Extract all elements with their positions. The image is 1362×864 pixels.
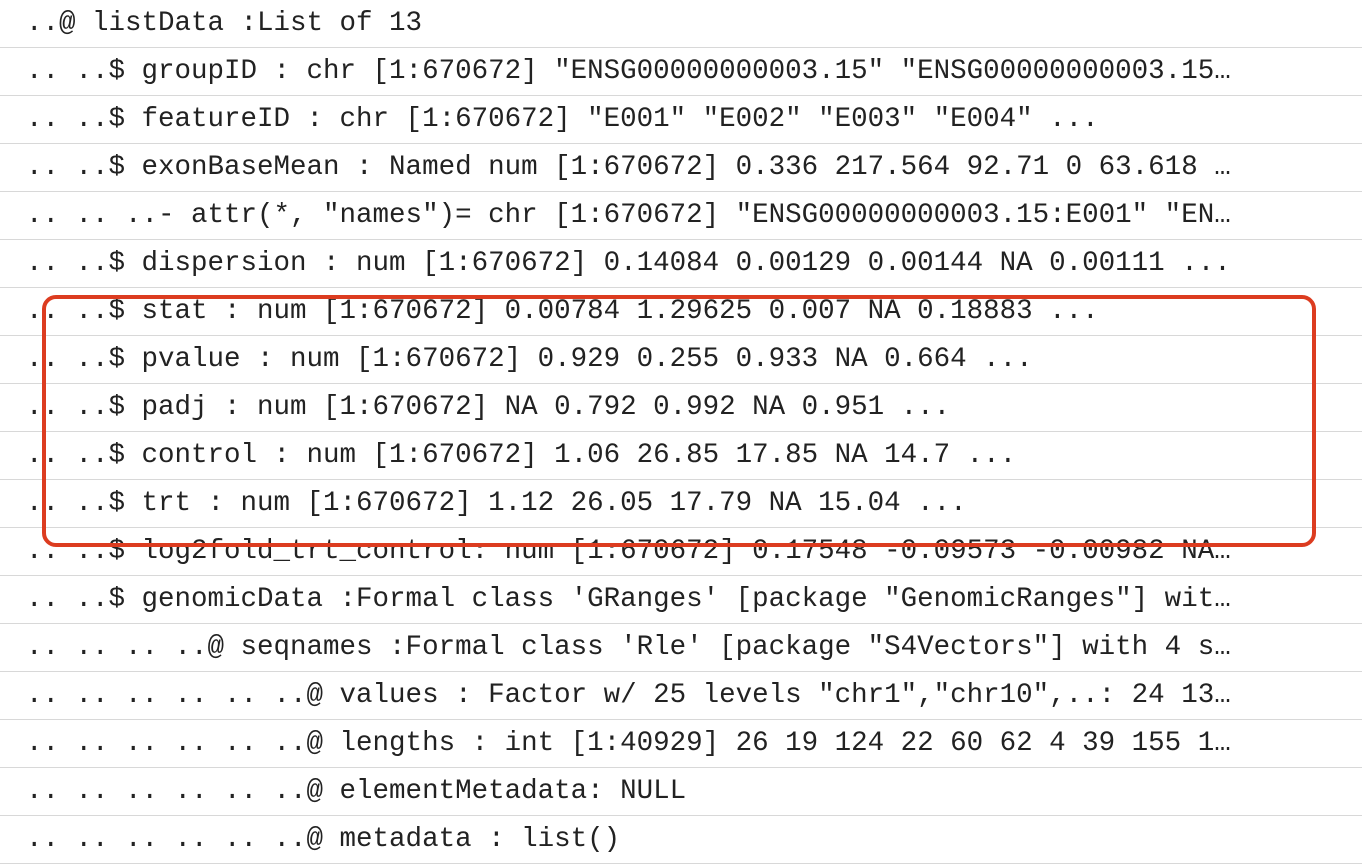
output-line-13: .. .. .. ..@ seqnames :Formal class 'Rle… [0,624,1362,672]
output-line-7: .. ..$ pvalue : num [1:670672] 0.929 0.2… [0,336,1362,384]
output-line-9: .. ..$ control : num [1:670672] 1.06 26.… [0,432,1362,480]
output-line-16: .. .. .. .. .. ..@ elementMetadata: NULL [0,768,1362,816]
output-line-17: .. .. .. .. .. ..@ metadata : list() [0,816,1362,864]
output-line-6: .. ..$ stat : num [1:670672] 0.00784 1.2… [0,288,1362,336]
output-line-12: .. ..$ genomicData :Formal class 'GRange… [0,576,1362,624]
output-line-4: .. .. ..- attr(*, "names")= chr [1:67067… [0,192,1362,240]
output-line-15: .. .. .. .. .. ..@ lengths : int [1:4092… [0,720,1362,768]
output-line-14: .. .. .. .. .. ..@ values : Factor w/ 25… [0,672,1362,720]
output-line-1: .. ..$ groupID : chr [1:670672] "ENSG000… [0,48,1362,96]
output-line-3: .. ..$ exonBaseMean : Named num [1:67067… [0,144,1362,192]
output-line-8: .. ..$ padj : num [1:670672] NA 0.792 0.… [0,384,1362,432]
code-output: ..@ listData :List of 13.. ..$ groupID :… [0,0,1362,864]
output-line-10: .. ..$ trt : num [1:670672] 1.12 26.05 1… [0,480,1362,528]
output-line-11: .. ..$ log2fold_trt_control: num [1:6706… [0,528,1362,576]
output-line-5: .. ..$ dispersion : num [1:670672] 0.140… [0,240,1362,288]
output-line-0: ..@ listData :List of 13 [0,0,1362,48]
output-line-2: .. ..$ featureID : chr [1:670672] "E001"… [0,96,1362,144]
